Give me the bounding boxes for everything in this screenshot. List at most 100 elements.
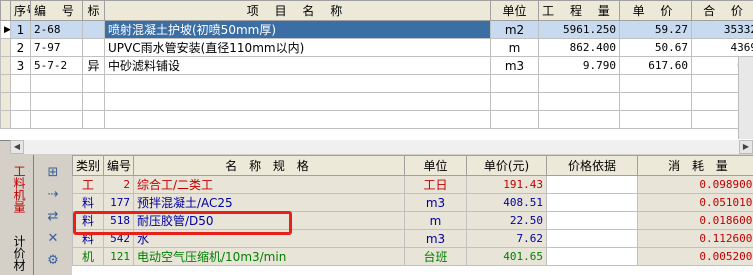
item-total[interactable]: 35332 [691, 20, 753, 39]
filter-icon[interactable]: ⚙ [44, 253, 62, 269]
item-total[interactable]: 4369 [691, 38, 753, 57]
resource-grid: 类别 编号 名 称 规 格 单位 单价(元) 价格依据 消 耗 量 工 2 综合… [72, 155, 753, 275]
resource-code[interactable]: 542 [103, 229, 134, 248]
item-seq[interactable]: 1 [10, 20, 31, 39]
resource-consumption[interactable]: 0.0989000 [637, 175, 753, 194]
resource-name[interactable]: 电动空气压缩机/10m3/min [133, 247, 405, 266]
header-pointer [0, 0, 11, 21]
item-name[interactable]: 喷射混凝土护坡(初喷50mm厚) [104, 20, 491, 39]
item-code[interactable]: 5-7-2 [30, 56, 83, 75]
vertical-scrollbar[interactable] [738, 57, 753, 139]
resource-row[interactable]: 机 121 电动空气压缩机/10m3/min 台班 401.65 0.00520… [72, 247, 753, 266]
horizontal-scrollbar[interactable]: ◀ ▶ [10, 140, 753, 154]
item-flag[interactable] [82, 38, 105, 57]
resource-category[interactable]: 料 [72, 211, 104, 230]
item-name[interactable]: UPVC雨水管安装(直径110mm以内) [104, 38, 491, 57]
resource-name[interactable]: 预拌混凝土/AC25 [133, 193, 405, 212]
scroll-right-icon[interactable]: ▶ [739, 140, 753, 154]
resource-price[interactable]: 22.50 [466, 211, 547, 230]
item-price[interactable]: 59.27 [619, 20, 692, 39]
resource-price[interactable]: 7.62 [466, 229, 547, 248]
resource-consumption[interactable]: 0.0186000 [637, 211, 753, 230]
header-unit-price: 单价(元) [466, 155, 547, 176]
item-price[interactable]: 50.67 [619, 38, 692, 57]
row-pointer-icon [0, 38, 11, 57]
resource-name[interactable]: 水 [133, 229, 405, 248]
resource-unit[interactable]: m3 [404, 229, 467, 248]
delete-icon[interactable]: ✕ [44, 231, 62, 247]
item-code[interactable]: 7-97 [30, 38, 83, 57]
resource-row[interactable]: 料 542 水 m3 7.62 0.1126000 [72, 229, 753, 248]
resource-consumption[interactable]: 0.1126000 [637, 229, 753, 248]
header-consumption: 消 耗 量 [637, 155, 753, 176]
resource-unit[interactable]: 工日 [404, 175, 467, 194]
item-unit[interactable]: m3 [490, 56, 539, 75]
header-total: 合 价 [691, 0, 753, 21]
resource-toolbar: ⊞ ⇢ ⇄ ✕ ⚙ [34, 155, 72, 275]
resource-code[interactable]: 2 [103, 175, 134, 194]
side-tab-bar: 工料机量 计价材 [0, 155, 34, 275]
resource-basis[interactable] [546, 193, 638, 212]
header-seq: 序号 [10, 0, 31, 21]
item-seq[interactable]: 3 [10, 56, 31, 75]
resource-category[interactable]: 料 [72, 229, 104, 248]
header-code: 编 号 [30, 0, 83, 21]
resource-row[interactable]: 工 2 综合工/二类工 工日 191.43 0.0989000 [72, 175, 753, 194]
item-seq[interactable]: 2 [10, 38, 31, 57]
tree-view-icon[interactable]: ⊞ [44, 165, 62, 181]
item-unit[interactable]: m2 [490, 20, 539, 39]
item-row[interactable]: 3 5-7-2 异 中砂滤料铺设 m3 9.790 617.60 604 [0, 56, 753, 75]
item-code[interactable]: 2-68 [30, 20, 83, 39]
resource-category[interactable]: 工 [72, 175, 104, 194]
resource-category[interactable]: 机 [72, 247, 104, 266]
resource-consumption[interactable]: 0.0510100 [637, 193, 753, 212]
item-table-header: 序号 编 号 标 项 目 名 称 单位 工 程 量 单 价 合 价 [0, 0, 753, 21]
item-name[interactable]: 中砂滤料铺设 [104, 56, 491, 75]
header-name: 项 目 名 称 [104, 0, 491, 21]
empty-row[interactable] [0, 74, 753, 93]
empty-row[interactable] [0, 110, 753, 129]
resource-unit[interactable]: m3 [404, 193, 467, 212]
item-qty[interactable]: 9.790 [538, 56, 620, 75]
insert-icon[interactable]: ⇢ [44, 187, 62, 203]
replace-icon[interactable]: ⇄ [44, 209, 62, 225]
item-qty[interactable]: 862.400 [538, 38, 620, 57]
header-price: 单 价 [619, 0, 692, 21]
header-price-basis: 价格依据 [546, 155, 638, 176]
resource-unit[interactable]: m [404, 211, 467, 230]
resource-consumption[interactable]: 0.0052000 [637, 247, 753, 266]
tab-priced-material[interactable]: 计价材 [8, 235, 28, 271]
resource-row[interactable]: 料 518 耐压胶管/D50 m 22.50 0.0186000 [72, 211, 753, 230]
resource-basis[interactable] [546, 211, 638, 230]
resource-price[interactable]: 191.43 [466, 175, 547, 194]
item-grid: 序号 编 号 标 项 目 名 称 单位 工 程 量 单 价 合 价 ▶ 1 2-… [0, 0, 753, 140]
header-name-spec: 名 称 规 格 [133, 155, 405, 176]
empty-row[interactable] [0, 92, 753, 111]
resource-price[interactable]: 408.51 [466, 193, 547, 212]
item-qty[interactable]: 5961.250 [538, 20, 620, 39]
resource-code[interactable]: 121 [103, 247, 134, 266]
resource-unit[interactable]: 台班 [404, 247, 467, 266]
resource-name[interactable]: 耐压胶管/D50 [133, 211, 405, 230]
header-unit: 单位 [404, 155, 467, 176]
resource-name[interactable]: 综合工/二类工 [133, 175, 405, 194]
item-flag[interactable] [82, 20, 105, 39]
item-flag[interactable]: 异 [82, 56, 105, 75]
item-unit[interactable]: m [490, 38, 539, 57]
resource-table-header: 类别 编号 名 称 规 格 单位 单价(元) 价格依据 消 耗 量 [72, 155, 753, 176]
resource-basis[interactable] [546, 175, 638, 194]
item-table: 序号 编 号 标 项 目 名 称 单位 工 程 量 单 价 合 价 ▶ 1 2-… [0, 0, 753, 129]
resource-category[interactable]: 料 [72, 193, 104, 212]
resource-code[interactable]: 177 [103, 193, 134, 212]
resource-basis[interactable] [546, 229, 638, 248]
item-price[interactable]: 617.60 [619, 56, 692, 75]
resource-code[interactable]: 518 [103, 211, 134, 230]
scroll-left-icon[interactable]: ◀ [10, 140, 24, 154]
tab-labor-material-machine[interactable]: 工料机量 [8, 165, 28, 213]
item-row[interactable]: ▶ 1 2-68 喷射混凝土护坡(初喷50mm厚) m2 5961.250 59… [0, 20, 753, 39]
item-row[interactable]: 2 7-97 UPVC雨水管安装(直径110mm以内) m 862.400 50… [0, 38, 753, 57]
resource-row[interactable]: 料 177 预拌混凝土/AC25 m3 408.51 0.0510100 [72, 193, 753, 212]
header-unit: 单位 [490, 0, 539, 21]
resource-price[interactable]: 401.65 [466, 247, 547, 266]
resource-basis[interactable] [546, 247, 638, 266]
